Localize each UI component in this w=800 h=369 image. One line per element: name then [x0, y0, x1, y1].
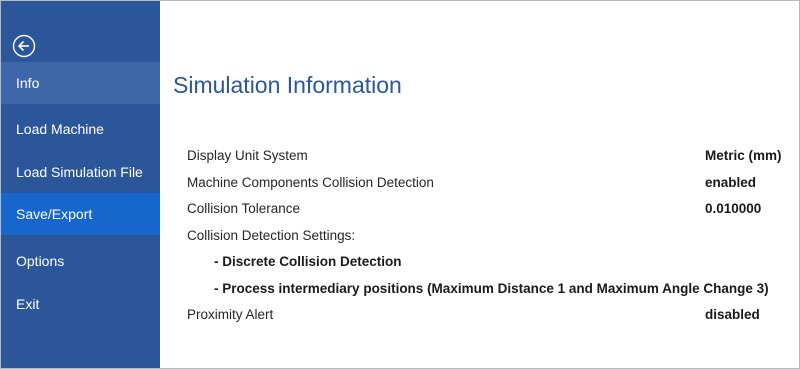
collision-setting-item: - Discrete Collision Detection: [214, 254, 402, 269]
row-value: 0.010000: [705, 201, 762, 216]
collision-setting-item: - Process intermediary positions (Maximu…: [214, 281, 769, 296]
backstage-window: Info Load Machine Load Simulation File S…: [0, 0, 800, 369]
info-row-collision-detection: Machine Components Collision Detection e…: [187, 175, 787, 195]
back-button[interactable]: [12, 34, 36, 58]
info-row-display-unit-system: Display Unit System Metric (mm): [187, 148, 787, 168]
back-arrow-icon: [12, 34, 36, 58]
sidebar: Info Load Machine Load Simulation File S…: [1, 1, 160, 368]
sidebar-item-load-simulation-file[interactable]: Load Simulation File: [1, 151, 160, 193]
sidebar-item-options[interactable]: Options: [1, 240, 160, 282]
info-row-proximity-alert: Proximity Alert disabled: [187, 307, 787, 327]
sidebar-item-info[interactable]: Info: [1, 62, 160, 104]
row-value: Metric (mm): [705, 148, 782, 163]
row-value: disabled: [705, 307, 760, 322]
sidebar-item-load-machine[interactable]: Load Machine: [1, 108, 160, 150]
row-label: Display Unit System: [187, 148, 308, 163]
row-label: Machine Components Collision Detection: [187, 175, 434, 190]
info-panel: Simulation Information Display Unit Syst…: [160, 1, 799, 368]
info-row-collision-settings: Collision Detection Settings:: [187, 228, 787, 248]
row-value: enabled: [705, 175, 757, 190]
row-label: Collision Detection Settings:: [187, 228, 356, 243]
sidebar-item-exit[interactable]: Exit: [1, 283, 160, 325]
page-title: Simulation Information: [173, 72, 402, 98]
info-row-collision-tolerance: Collision Tolerance 0.010000: [187, 201, 787, 221]
row-label: Proximity Alert: [187, 307, 274, 322]
sidebar-item-save-export[interactable]: Save/Export: [1, 193, 160, 235]
row-label: Collision Tolerance: [187, 201, 301, 216]
